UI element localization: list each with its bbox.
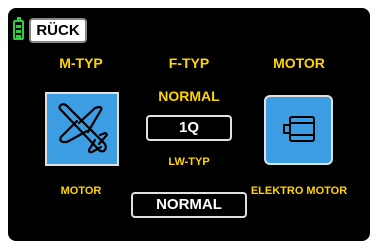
f-typ-value-label: NORMAL	[158, 88, 220, 104]
f-typ-value-button[interactable]: 1Q	[146, 115, 232, 141]
model-type-tile[interactable]	[45, 92, 119, 166]
electric-motor-icon	[283, 116, 315, 142]
lw-typ-header: LW-TYP	[168, 156, 210, 168]
battery-icon	[13, 17, 24, 40]
display-screen: RÜCK M-TYP F-TYP MOTOR MOTOR NORMAL 1Q L…	[8, 8, 370, 241]
airplane-icon	[58, 103, 108, 154]
back-button[interactable]: RÜCK	[29, 18, 87, 43]
lw-typ-value-button[interactable]: NORMAL	[131, 192, 247, 218]
motor-header: MOTOR	[273, 55, 325, 71]
m-typ-value-label: MOTOR	[60, 185, 102, 197]
motor-type-tile[interactable]	[264, 95, 333, 165]
m-typ-header: M-TYP	[59, 55, 103, 71]
f-typ-header: F-TYP	[168, 55, 210, 71]
motor-value-label: ELEKTRO MOTOR	[250, 185, 348, 197]
